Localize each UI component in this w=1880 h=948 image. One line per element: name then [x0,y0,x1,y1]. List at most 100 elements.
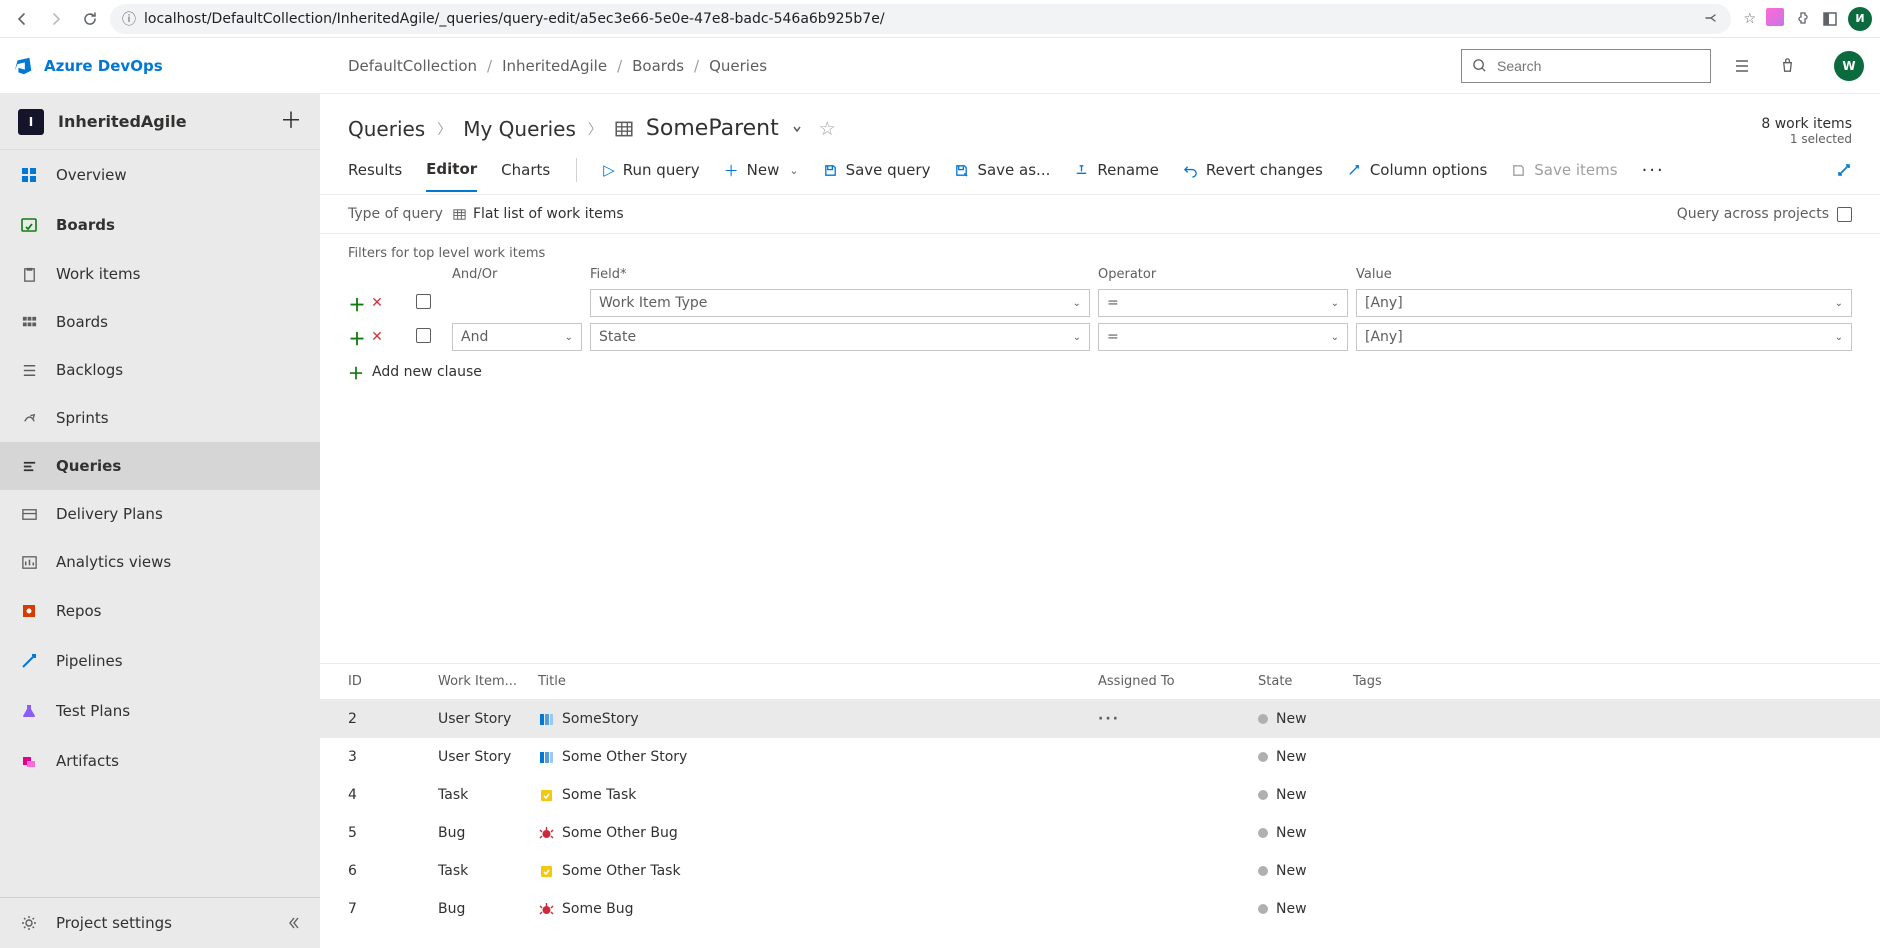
nav-overview[interactable]: Overview [0,150,320,200]
cell-title: Some Other Bug [538,825,1098,841]
new-button[interactable]: ＋New⌄ [724,160,799,193]
cell-type: Bug [438,901,538,917]
breadcrumb-my-queries[interactable]: My Queries [463,117,576,141]
bookmark-star-icon[interactable]: ☆ [1743,11,1756,27]
operator-dropdown[interactable]: =⌄ [1098,289,1348,317]
site-info-icon[interactable]: ⓘ [122,9,136,29]
operator-dropdown[interactable]: =⌄ [1098,323,1348,351]
tab-editor[interactable]: Editor [426,160,477,192]
user-avatar[interactable]: W [1834,51,1864,81]
tab-results[interactable]: Results [348,161,402,191]
nav-queries[interactable]: Queries [0,442,320,490]
search-box[interactable] [1461,49,1711,83]
nav-pipelines[interactable]: Pipelines [0,636,320,686]
insert-clause-button[interactable]: ＋ [348,294,366,312]
col-tags[interactable]: Tags [1353,674,1852,689]
breadcrumb-part[interactable]: Queries [709,57,767,75]
breadcrumb-sep: / [694,57,699,75]
state-dot-icon [1258,714,1268,724]
col-title[interactable]: Title [538,674,1098,689]
table-row[interactable]: 5 Bug Some Other Bug New [320,814,1880,852]
remove-clause-button[interactable]: ✕ [368,294,386,312]
table-row[interactable]: 6 Task Some Other Task New [320,852,1880,890]
panel-icon[interactable] [1822,11,1838,27]
row-more-actions[interactable]: ··· [1098,711,1120,727]
more-actions[interactable]: ··· [1642,160,1665,193]
insert-clause-button[interactable]: ＋ [348,328,366,346]
marketplace-icon[interactable] [1779,57,1796,74]
project-plus-icon[interactable]: ＋ [280,111,302,133]
nav-repos[interactable]: Repos [0,586,320,636]
nav-project-settings[interactable]: Project settings [0,898,320,948]
share-icon[interactable] [1703,11,1719,27]
artifacts-icon [18,752,40,770]
save-as-button[interactable]: Save as... [954,161,1050,191]
col-id[interactable]: ID [348,674,438,689]
col-state[interactable]: State [1258,674,1353,689]
search-input[interactable] [1497,58,1700,74]
extensions-icon[interactable] [1794,10,1812,28]
query-type-selector[interactable]: Flat list of work items [451,205,625,223]
nav-work-items[interactable]: Work items [0,250,320,298]
logo[interactable]: Azure DevOps [8,55,268,77]
tab-charts[interactable]: Charts [501,161,550,191]
clause-checkbox[interactable] [416,294,431,309]
nav-boards-group[interactable]: Boards [0,200,320,250]
nav-boards-sub[interactable]: Boards [0,298,320,346]
field-dropdown[interactable]: State⌄ [590,323,1090,351]
nav-sprints[interactable]: Sprints [0,394,320,442]
remove-clause-button[interactable]: ✕ [368,328,386,346]
col-assigned[interactable]: Assigned To [1098,674,1258,689]
run-query-button[interactable]: ▷Run query [603,161,699,191]
nav-artifacts[interactable]: Artifacts [0,736,320,786]
breadcrumb-queries[interactable]: Queries [348,117,425,141]
breadcrumb-part[interactable]: InheritedAgile [502,57,607,75]
collapse-icon[interactable] [286,915,302,931]
project-selector[interactable]: I InheritedAgile ＋ [0,94,320,150]
value-dropdown[interactable]: [Any]⌄ [1356,289,1852,317]
nav-label: Queries [56,457,121,475]
clause-checkbox[interactable] [416,328,431,343]
nav-delivery-plans[interactable]: Delivery Plans [0,490,320,538]
flask-icon [18,702,40,720]
save-query-button[interactable]: Save query [823,161,931,191]
browser-profile-avatar[interactable]: И [1848,7,1872,31]
favorite-star-icon[interactable]: ☆ [819,118,836,140]
top-breadcrumb: DefaultCollection / InheritedAgile / Boa… [348,57,767,75]
nav-test-plans[interactable]: Test Plans [0,686,320,736]
browser-back-button[interactable] [8,5,36,33]
project-name: InheritedAgile [58,112,266,131]
nav-backlogs[interactable]: Backlogs [0,346,320,394]
extension-pink-icon[interactable] [1766,8,1784,30]
field-dropdown[interactable]: Work Item Type⌄ [590,289,1090,317]
plus-icon: ＋ [724,160,739,181]
col-type[interactable]: Work Item... [438,674,538,689]
andor-dropdown[interactable]: And⌄ [452,323,582,351]
rename-button[interactable]: Rename [1074,161,1159,191]
browser-reload-button[interactable] [76,5,104,33]
table-row[interactable]: 2 User Story SomeStory ··· New [320,700,1880,738]
col-value: Value [1356,267,1852,282]
table-row[interactable]: 3 User Story Some Other Story New [320,738,1880,776]
work-item-count: 8 work items [1761,116,1852,132]
list-view-icon[interactable] [1733,57,1751,75]
value-dropdown[interactable]: [Any]⌄ [1356,323,1852,351]
filter-header-row: And/Or Field* Operator Value [348,267,1852,286]
cross-projects-checkbox[interactable] [1837,207,1852,222]
breadcrumb-part[interactable]: Boards [632,57,684,75]
expand-icon[interactable] [1836,162,1852,190]
nav-analytics-views[interactable]: Analytics views [0,538,320,586]
breadcrumb-part[interactable]: DefaultCollection [348,57,477,75]
cell-type: Bug [438,825,538,841]
add-clause-button[interactable]: ＋ Add new clause [348,360,1852,384]
chevron-down-icon[interactable] [791,123,803,135]
revert-button[interactable]: Revert changes [1183,161,1323,191]
column-options-button[interactable]: Column options [1347,161,1487,191]
address-bar[interactable]: ⓘ localhost/DefaultCollection/InheritedA… [110,4,1731,34]
browser-forward-button[interactable] [42,5,70,33]
table-row[interactable]: 4 Task Some Task New [320,776,1880,814]
user-story-icon [538,749,554,765]
table-row[interactable]: 7 Bug Some Bug New [320,890,1880,928]
product-header: Azure DevOps DefaultCollection / Inherit… [0,38,1880,94]
plus-icon: ＋ [348,360,364,384]
